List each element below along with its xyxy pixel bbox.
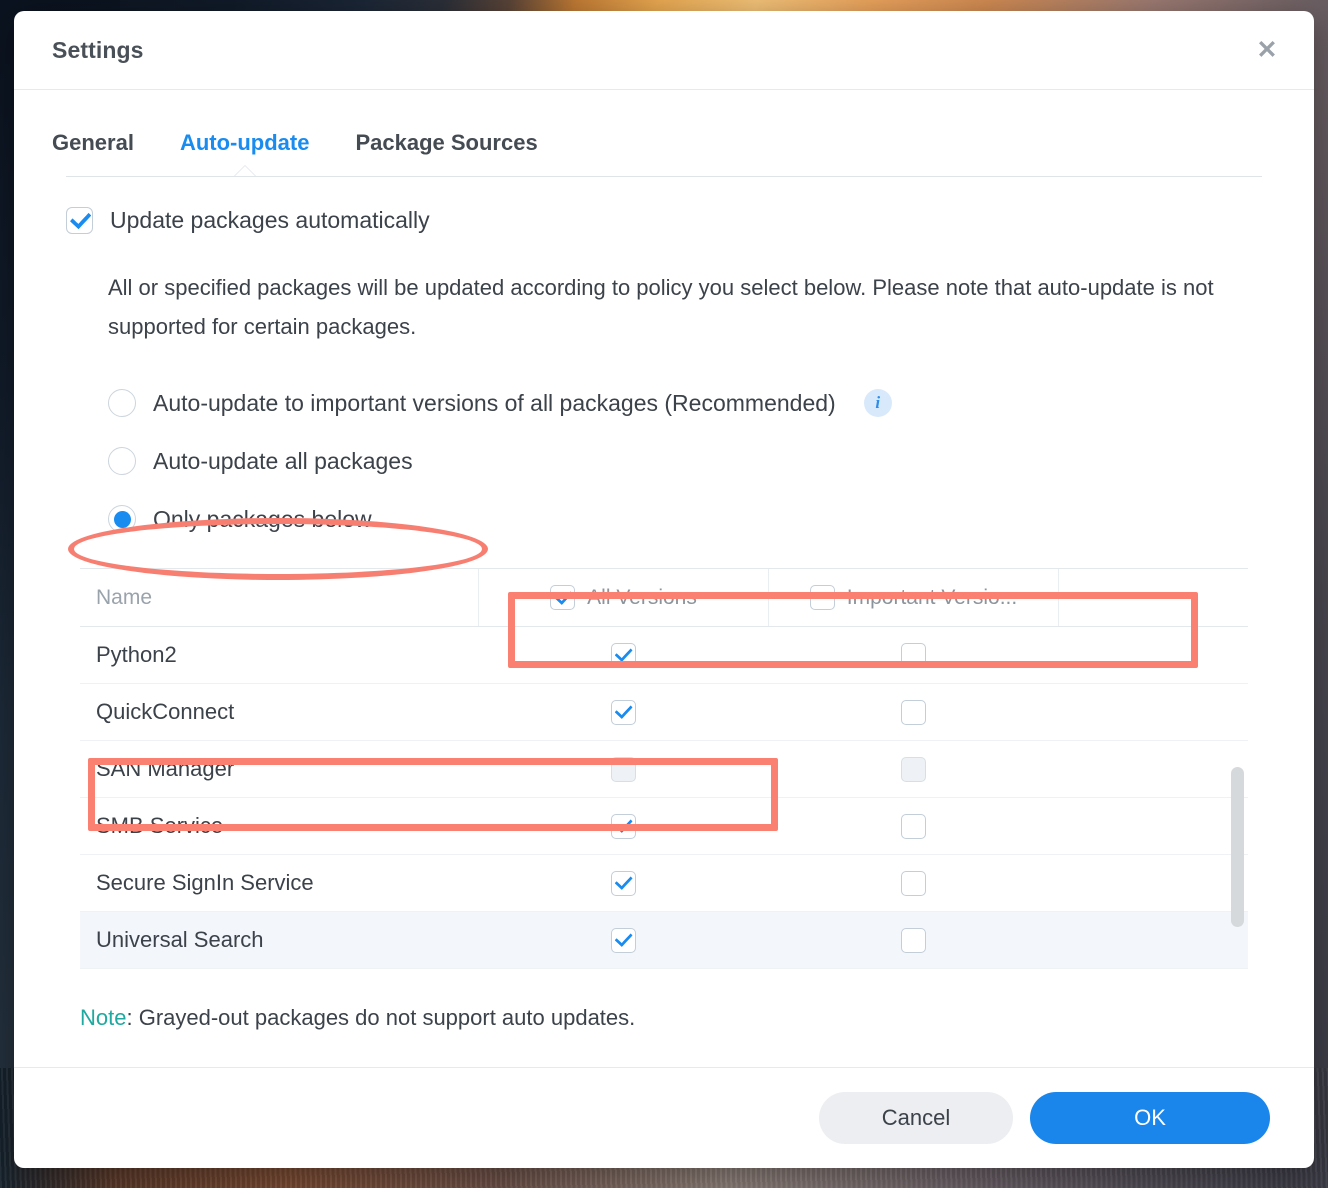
radio-row-all-packages[interactable]: Auto-update all packages bbox=[108, 432, 1262, 490]
row-important-versions-cell[interactable] bbox=[768, 642, 1058, 668]
table-row[interactable]: SMB Service bbox=[80, 798, 1248, 856]
table-row[interactable]: Secure SignIn Service bbox=[80, 855, 1248, 913]
dialog-titlebar: Settings ✕ bbox=[14, 11, 1314, 90]
note-text: Note: Grayed-out packages do not support… bbox=[80, 1005, 1248, 1031]
row-all-versions-cell bbox=[478, 756, 768, 782]
row-all-versions-cell[interactable] bbox=[478, 642, 768, 668]
row-all-versions-cell[interactable] bbox=[478, 699, 768, 725]
table-row[interactable]: QuickConnect bbox=[80, 684, 1248, 742]
row-important-versions-checkbox[interactable] bbox=[900, 813, 926, 839]
table-row[interactable]: Universal Search bbox=[80, 912, 1248, 970]
row-name: Python2 bbox=[96, 642, 177, 668]
dialog-body: General Auto-update Package Sources Upda… bbox=[14, 90, 1314, 1067]
note-body: : Grayed-out packages do not support aut… bbox=[126, 1005, 636, 1031]
row-important-versions-checkbox[interactable] bbox=[900, 927, 926, 953]
auto-update-panel: Update packages automatically All or spe… bbox=[52, 177, 1276, 1031]
auto-update-policy-radio-group: Auto-update to important versions of all… bbox=[108, 374, 1262, 548]
info-icon[interactable]: i bbox=[863, 389, 892, 418]
auto-update-description: All or specified packages will be update… bbox=[108, 275, 1214, 340]
radio-important-versions[interactable] bbox=[108, 389, 136, 418]
column-header-all-versions[interactable]: All Versions bbox=[478, 569, 768, 627]
dialog-footer: Cancel OK bbox=[14, 1067, 1314, 1168]
ok-button[interactable]: OK bbox=[1030, 1092, 1270, 1144]
radio-important-versions-label: Auto-update to important versions of all… bbox=[153, 389, 836, 416]
table-row[interactable]: Python2 bbox=[80, 627, 1248, 685]
packages-table-wrapper: Name All Versions Important Versio... Py… bbox=[80, 568, 1248, 970]
column-header-overflow bbox=[1058, 569, 1098, 627]
row-all-versions-cell[interactable] bbox=[478, 927, 768, 953]
row-all-versions-checkbox[interactable] bbox=[610, 699, 636, 725]
row-all-versions-checkbox bbox=[610, 756, 636, 782]
row-all-versions-checkbox[interactable] bbox=[610, 642, 636, 668]
column-header-all-versions-label: All Versions bbox=[587, 585, 697, 609]
row-name: Universal Search bbox=[96, 927, 264, 953]
row-name: SMB Service bbox=[96, 813, 224, 839]
row-important-versions-cell[interactable] bbox=[768, 813, 1058, 839]
cancel-button[interactable]: Cancel bbox=[819, 1092, 1013, 1144]
packages-table: Name All Versions Important Versio... Py… bbox=[80, 568, 1248, 970]
row-name: SAN Manager bbox=[96, 756, 235, 782]
row-important-versions-checkbox bbox=[900, 756, 926, 782]
row-all-versions-cell[interactable] bbox=[478, 870, 768, 896]
tab-bar: General Auto-update Package Sources bbox=[52, 90, 1276, 176]
tab-bar-divider bbox=[66, 176, 1262, 177]
column-header-name: Name bbox=[96, 585, 153, 609]
row-important-versions-checkbox[interactable] bbox=[900, 699, 926, 725]
vertical-scrollbar[interactable] bbox=[1231, 767, 1244, 928]
radio-row-important-versions[interactable]: Auto-update to important versions of all… bbox=[108, 374, 1262, 432]
row-name: QuickConnect bbox=[96, 699, 235, 725]
row-name: Secure SignIn Service bbox=[96, 870, 314, 896]
row-all-versions-cell[interactable] bbox=[478, 813, 768, 839]
row-important-versions-checkbox[interactable] bbox=[900, 870, 926, 896]
tab-general[interactable]: General bbox=[52, 130, 134, 176]
note-keyword: Note bbox=[80, 1005, 127, 1031]
radio-row-only-packages-below[interactable]: Only packages below bbox=[108, 490, 1262, 548]
settings-dialog: Settings ✕ General Auto-update Package S… bbox=[14, 11, 1314, 1168]
update-packages-automatically-checkbox[interactable] bbox=[66, 207, 93, 234]
row-important-versions-cell[interactable] bbox=[768, 927, 1058, 953]
close-icon[interactable]: ✕ bbox=[1250, 33, 1284, 67]
row-all-versions-checkbox[interactable] bbox=[610, 870, 636, 896]
row-important-versions-cell bbox=[768, 756, 1058, 782]
tab-package-sources[interactable]: Package Sources bbox=[355, 130, 537, 176]
update-packages-automatically-label: Update packages automatically bbox=[110, 207, 430, 233]
row-all-versions-checkbox[interactable] bbox=[610, 927, 636, 953]
row-important-versions-checkbox[interactable] bbox=[900, 642, 926, 668]
radio-only-packages-below[interactable] bbox=[108, 505, 136, 534]
update-packages-automatically-row[interactable]: Update packages automatically bbox=[66, 207, 1262, 234]
radio-all-packages-label: Auto-update all packages bbox=[153, 447, 413, 474]
row-all-versions-checkbox[interactable] bbox=[610, 813, 636, 839]
column-header-all-versions-checkbox[interactable] bbox=[550, 585, 576, 611]
table-row[interactable]: SAN Manager bbox=[80, 741, 1248, 799]
radio-all-packages[interactable] bbox=[108, 447, 136, 476]
table-body: Python2 QuickConnect SAN Manager SMB Ser… bbox=[80, 627, 1248, 970]
row-important-versions-cell[interactable] bbox=[768, 699, 1058, 725]
row-important-versions-cell[interactable] bbox=[768, 870, 1058, 896]
table-header-row: Name All Versions Important Versio... bbox=[80, 569, 1248, 628]
tab-auto-update[interactable]: Auto-update bbox=[180, 130, 310, 176]
column-header-important-versions[interactable]: Important Versio... bbox=[768, 569, 1058, 627]
page-title: Settings bbox=[52, 36, 144, 63]
radio-only-packages-below-label: Only packages below bbox=[153, 505, 372, 532]
column-header-important-versions-checkbox[interactable] bbox=[809, 585, 835, 611]
column-header-important-versions-label: Important Versio... bbox=[846, 585, 1018, 609]
